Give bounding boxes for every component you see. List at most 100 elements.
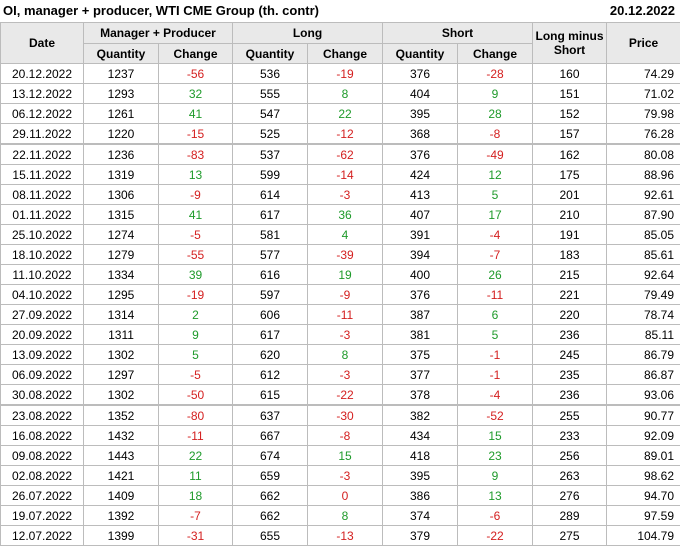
header-long: Long — [231, 22, 384, 44]
date-cell: 13.12.2022 — [0, 83, 84, 104]
table-row: 26.07.2022 1409 18 662 0 386 13 276 94.70 — [0, 485, 680, 506]
manager-producer-change: 9 — [158, 324, 233, 345]
price-cell: 85.61 — [606, 244, 680, 265]
short-quantity: 407 — [382, 204, 459, 225]
date-cell: 22.11.2022 — [0, 143, 84, 165]
manager-producer-quantity: 1295 — [83, 284, 159, 305]
short-quantity: 376 — [382, 63, 459, 84]
long-change: 8 — [306, 505, 384, 526]
short-quantity: 374 — [382, 505, 459, 526]
short-change: 23 — [457, 445, 534, 466]
short-change: -4 — [457, 384, 534, 406]
manager-producer-change: 22 — [158, 445, 233, 466]
long-minus-short: 201 — [532, 184, 608, 205]
long-change: 4 — [306, 224, 384, 245]
long-minus-short: 263 — [532, 465, 608, 486]
manager-producer-quantity: 1334 — [83, 264, 159, 285]
table-row: 23.08.2022 1352 -80 637 -30 382 -52 255 90.77 — [0, 404, 680, 426]
long-change: -14 — [306, 164, 384, 185]
short-quantity: 387 — [382, 304, 459, 325]
short-change: -1 — [457, 344, 534, 365]
short-change: -11 — [457, 284, 534, 305]
short-change: -1 — [457, 364, 534, 385]
manager-producer-change: -56 — [158, 63, 233, 84]
long-quantity: 581 — [232, 224, 308, 245]
subheader-change: Change — [158, 43, 233, 64]
price-cell: 89.01 — [606, 445, 680, 466]
manager-producer-quantity: 1293 — [83, 83, 159, 104]
short-change: -28 — [457, 63, 534, 84]
short-quantity: 395 — [382, 465, 459, 486]
price-cell: 93.06 — [606, 384, 680, 406]
table-row: 08.11.2022 1306 -9 614 -3 413 5 201 92.61 — [0, 184, 680, 205]
long-minus-short: 160 — [532, 63, 608, 84]
long-quantity: 617 — [232, 324, 308, 345]
short-quantity: 386 — [382, 485, 459, 506]
date-cell: 06.12.2022 — [0, 103, 84, 124]
price-cell: 78.74 — [606, 304, 680, 325]
short-change: 28 — [457, 103, 534, 124]
long-quantity: 659 — [232, 465, 308, 486]
table-row: 13.09.2022 1302 5 620 8 375 -1 245 86.79 — [0, 344, 680, 365]
long-minus-short: 236 — [532, 384, 608, 406]
long-quantity: 637 — [232, 404, 308, 426]
long-minus-short: 275 — [532, 525, 608, 546]
short-quantity: 434 — [382, 425, 459, 446]
manager-producer-quantity: 1237 — [83, 63, 159, 84]
manager-producer-quantity: 1261 — [83, 103, 159, 124]
long-quantity: 615 — [232, 384, 308, 406]
date-cell: 01.11.2022 — [0, 204, 84, 225]
short-change: 9 — [457, 465, 534, 486]
table-row: 06.12.2022 1261 41 547 22 395 28 152 79.98 — [0, 103, 680, 124]
short-quantity: 377 — [382, 364, 459, 385]
price-cell: 79.98 — [606, 103, 680, 124]
title-bar: OI, manager + producer, WTI CME Group (t… — [0, 0, 680, 22]
price-cell: 92.64 — [606, 264, 680, 285]
short-change: -7 — [457, 244, 534, 265]
table-row: 04.10.2022 1295 -19 597 -9 376 -11 221 79.49 — [0, 284, 680, 305]
price-cell: 86.87 — [606, 364, 680, 385]
long-change: -62 — [306, 143, 384, 165]
price-cell: 85.11 — [606, 324, 680, 345]
long-quantity: 655 — [232, 525, 308, 546]
date-cell: 26.07.2022 — [0, 485, 84, 506]
long-change: -3 — [306, 364, 384, 385]
long-change: -3 — [306, 324, 384, 345]
date-cell: 09.08.2022 — [0, 445, 84, 466]
short-change: 9 — [457, 83, 534, 104]
long-quantity: 599 — [232, 164, 308, 185]
long-minus-short: 220 — [532, 304, 608, 325]
long-quantity: 525 — [232, 123, 308, 145]
short-quantity: 391 — [382, 224, 459, 245]
price-cell: 94.70 — [606, 485, 680, 506]
long-quantity: 614 — [232, 184, 308, 205]
short-change: 17 — [457, 204, 534, 225]
table-row: 15.11.2022 1319 13 599 -14 424 12 175 88.96 — [0, 164, 680, 185]
subheader-change: Change — [457, 43, 534, 64]
price-cell: 85.05 — [606, 224, 680, 245]
price-cell: 92.61 — [606, 184, 680, 205]
long-minus-short: 151 — [532, 83, 608, 104]
short-change: 13 — [457, 485, 534, 506]
manager-producer-quantity: 1421 — [83, 465, 159, 486]
long-quantity: 617 — [232, 204, 308, 225]
manager-producer-quantity: 1392 — [83, 505, 159, 526]
manager-producer-change: -83 — [158, 143, 233, 165]
price-cell: 92.09 — [606, 425, 680, 446]
manager-producer-change: -19 — [158, 284, 233, 305]
long-change: 8 — [306, 83, 384, 104]
long-minus-short: 233 — [532, 425, 608, 446]
price-cell: 80.08 — [606, 143, 680, 165]
long-change: 8 — [306, 344, 384, 365]
date-cell: 04.10.2022 — [0, 284, 84, 305]
subheader-quantity: Quantity — [232, 43, 308, 64]
price-cell: 71.02 — [606, 83, 680, 104]
manager-producer-quantity: 1315 — [83, 204, 159, 225]
table-row: 01.11.2022 1315 41 617 36 407 17 210 87.90 — [0, 204, 680, 225]
long-quantity: 555 — [232, 83, 308, 104]
oi-table: Date Manager + Producer Long Short Long … — [0, 22, 680, 546]
long-quantity: 536 — [232, 63, 308, 84]
long-change: -9 — [306, 284, 384, 305]
short-change: 15 — [457, 425, 534, 446]
short-change: 5 — [457, 184, 534, 205]
